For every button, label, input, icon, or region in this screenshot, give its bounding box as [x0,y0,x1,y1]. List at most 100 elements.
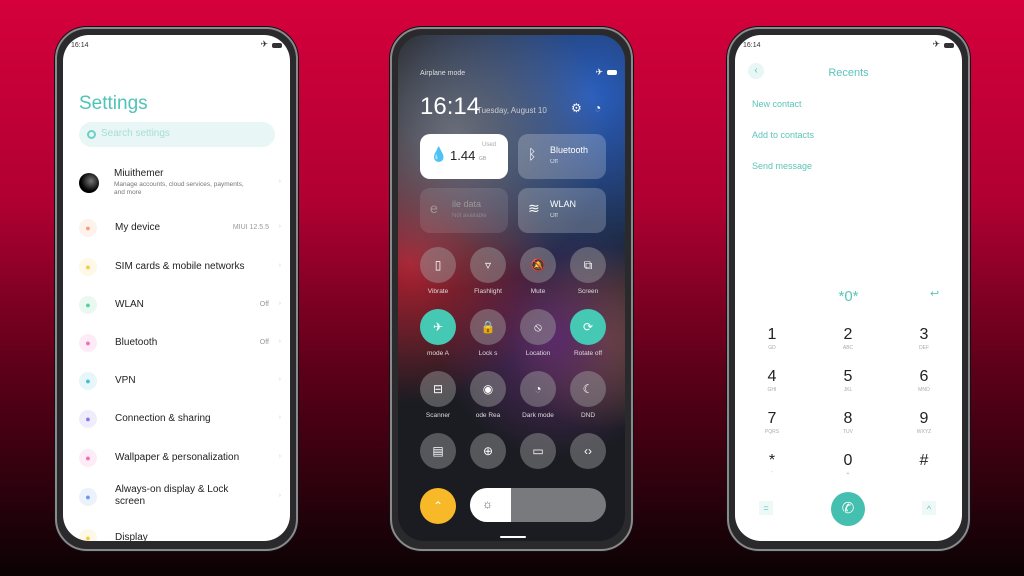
edit-icon[interactable]: ◔ [594,101,601,115]
rotate-icon: ⟳ [582,320,594,334]
chevron-right-icon: › [278,300,281,307]
toggle-label: mode A [426,350,450,357]
dial-key-1[interactable]: 1 GD [752,326,792,351]
settings-item-label: VPN [115,375,136,386]
bluetooth-tile[interactable]: ᛒ Bluetooth Off [518,134,606,179]
lock-screen-icon: ● [79,488,97,506]
data-usage-tile[interactable]: 💧 1.44 GB Used [420,134,508,179]
settings-item-label: Always-on display & Lock screen [115,484,229,507]
settings-item-label: Bluetooth [115,337,158,348]
toggle-scanner[interactable]: ⊟ [420,371,456,407]
menu-icon[interactable]: = [759,501,773,515]
mobile-data-tile[interactable]: e ile data Not available [420,188,508,233]
chevron-right-icon: › [278,338,281,345]
backspace-icon[interactable]: ↩ [930,287,939,300]
toggle-label: Rotate off [573,350,603,357]
wlan-tile[interactable]: ≋ WLAN Off [518,188,606,233]
add-to-contacts-link[interactable]: Add to contacts [752,130,814,140]
toggle-vibrate[interactable]: ▯ [420,247,456,283]
sim-icon: ● [79,258,97,276]
flashlight-icon: ▿ [484,258,492,272]
account-item[interactable]: Miuithemer Manage accounts, cloud servic… [79,168,281,204]
settings-item[interactable]: ● Connection & sharing › [79,404,281,434]
send-message-link[interactable]: Send message [752,161,812,171]
clock: 16:14 [420,93,481,120]
key-digit: 0 [843,452,853,469]
settings-item-label: My device [115,222,161,233]
key-digit: 9 [919,410,929,427]
tile-status: Not available [452,213,487,219]
call-button[interactable]: ✆ [831,492,865,526]
brightness-slider[interactable]: ☼ [470,488,606,522]
dial-key-*[interactable]: * ' [752,452,792,477]
toggle-label: Lock s [478,350,498,357]
settings-item-value: MIUI 12.5.5 [232,224,269,231]
cast-icon: ▭ [532,444,544,458]
toggle-flashlight[interactable]: ▿ [470,247,506,283]
settings-item[interactable]: ● SIM cards & mobile networks › [79,252,281,282]
bluetooth-icon: ● [79,334,97,352]
scanner-icon: ⊟ [432,382,444,396]
settings-item[interactable]: ● Bluetooth Off › [79,328,281,358]
toggle-battery-plus[interactable]: ⊕ [470,433,506,469]
collapse-keypad-icon[interactable]: ^ [922,501,936,515]
toggle-screenshot[interactable]: ⧉ [570,247,606,283]
settings-item[interactable]: ● WLAN Off › [79,290,281,320]
settings-item-value: Off [259,339,269,346]
key-digit: 4 [767,368,777,385]
settings-item-label: SIM cards & mobile networks [115,261,245,272]
auto-brightness-button[interactable]: ⌃ [420,488,456,524]
toggle-cast[interactable]: ▭ [520,433,556,469]
toggle-label: DND [580,412,596,419]
wifi-icon: ● [79,296,97,314]
settings-item[interactable]: ● VPN › [79,366,281,396]
key-digit: * [768,452,776,469]
search-input[interactable]: Search settings [79,122,275,147]
account-subtitle: Manage accounts, cloud services, payment… [114,181,244,196]
key-digit: 1 [767,326,777,343]
settings-item[interactable]: ● Always-on display & Lock screen › [79,482,281,512]
control-center-screen: Airplane mode ✈ 16:14 Tuesday, August 10… [398,35,625,541]
dial-key-3[interactable]: 3 DEF [904,326,944,351]
settings-screen: 16:14 ✈ Settings Search settings Miuithe… [63,35,290,541]
display-icon: ● [79,529,97,541]
dial-key-6[interactable]: 6 MNO [904,368,944,393]
toggle-moon[interactable]: ☾ [570,371,606,407]
toggle-rotate[interactable]: ⟳ [570,309,606,345]
chevron-right-icon: › [278,533,281,540]
toggle-location[interactable]: ⦸ [520,309,556,345]
new-contact-link[interactable]: New contact [752,99,802,109]
chevron-right-icon: › [278,178,281,185]
chevron-right-icon: › [278,376,281,383]
settings-item[interactable]: ● My device MIUI 12.5.5 › [79,213,281,243]
phone-icon: ● [79,219,97,237]
toggle-reading-mode[interactable]: ◉ [470,371,506,407]
dial-key-0[interactable]: 0 + [828,452,868,477]
dial-key-2[interactable]: 2 ABC [828,326,868,351]
chevron-right-icon: › [278,492,281,499]
toggle-battery-saver[interactable]: ▤ [420,433,456,469]
toggle-dark-mode[interactable]: ◔ [520,371,556,407]
toggle-code[interactable]: ‹› [570,433,606,469]
key-digit: 6 [919,368,929,385]
toggle-mute[interactable]: 🔕 [520,247,556,283]
dial-key-4[interactable]: 4 GHI [752,368,792,393]
settings-gear-icon[interactable]: ⚙ [571,101,582,115]
settings-item[interactable]: ● Wallpaper & personalization › [79,443,281,473]
dial-key-#[interactable]: # [904,452,944,471]
home-indicator[interactable] [500,536,526,538]
connection-icon: ● [79,410,97,428]
dial-key-9[interactable]: 9 WXYZ [904,410,944,435]
location-icon: ⦸ [534,320,542,334]
chevron-right-icon: › [278,414,281,421]
toggle-lock[interactable]: 🔒 [470,309,506,345]
airplane-icon: ✈ [432,320,444,334]
dial-key-7[interactable]: 7 PQRS [752,410,792,435]
dial-key-5[interactable]: 5 JKL [828,368,868,393]
screenshot-icon: ⧉ [583,258,593,272]
settings-item[interactable]: ● Display › [79,523,281,541]
toggle-airplane[interactable]: ✈ [420,309,456,345]
date: Tuesday, August 10 [477,106,547,115]
dial-key-8[interactable]: 8 TUV [828,410,868,435]
key-digit: # [919,452,929,469]
